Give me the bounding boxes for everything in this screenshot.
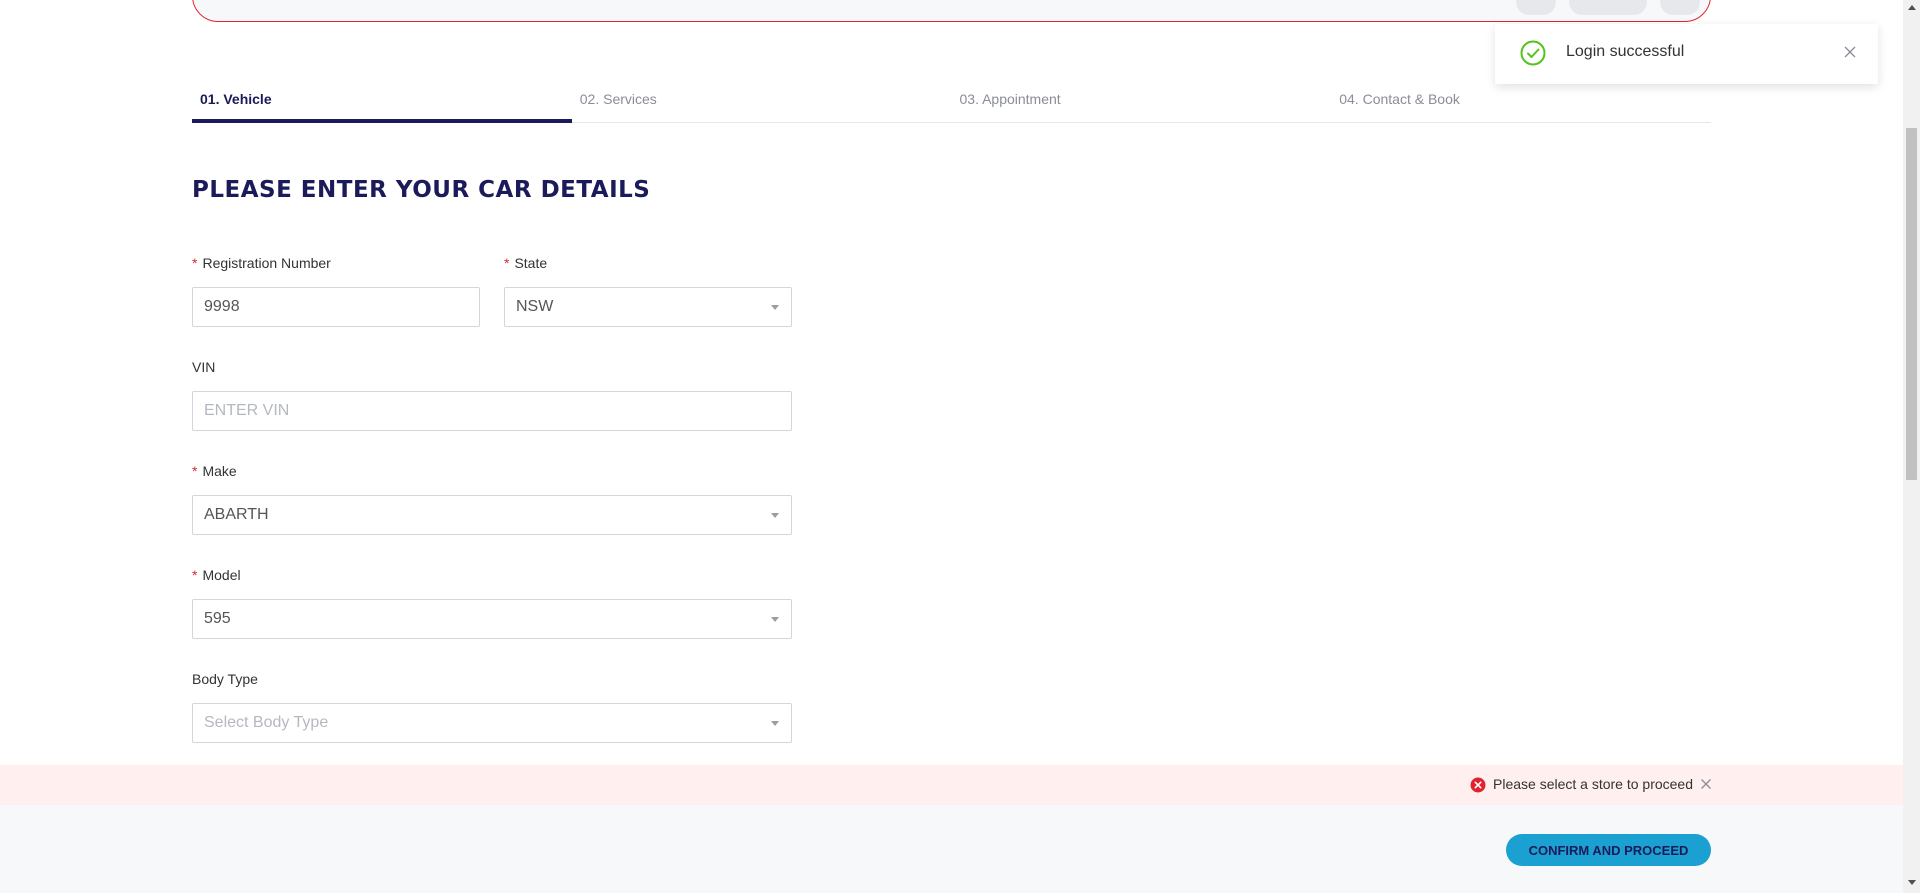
- state-label: * State: [504, 255, 548, 271]
- tab-vehicle[interactable]: 01. Vehicle: [192, 82, 572, 123]
- icon-button[interactable]: [1516, 0, 1556, 15]
- model-select[interactable]: 595: [192, 599, 792, 639]
- registration-label: * Registration Number: [192, 255, 331, 271]
- chevron-down-icon: [771, 513, 779, 518]
- store-alert: Please select a store to proceed: [0, 765, 1903, 805]
- make-label: * Make: [192, 463, 237, 479]
- scroll-up-arrow-icon[interactable]: [1908, 5, 1916, 10]
- scroll-down-arrow-icon[interactable]: [1908, 880, 1916, 885]
- vin-input[interactable]: ENTER VIN: [192, 391, 792, 431]
- chevron-down-icon: [771, 721, 779, 726]
- make-select[interactable]: ABARTH: [192, 495, 792, 535]
- state-select[interactable]: NSW: [504, 287, 792, 327]
- close-icon[interactable]: [1699, 777, 1713, 791]
- login-toast: Login successful: [1495, 24, 1878, 84]
- vin-label: VIN: [192, 359, 216, 375]
- close-icon[interactable]: [1842, 44, 1858, 60]
- tab-services[interactable]: 02. Services: [572, 82, 952, 122]
- required-marker: *: [504, 255, 510, 271]
- tab-appointment[interactable]: 03. Appointment: [952, 82, 1332, 122]
- confirm-and-proceed-button[interactable]: CONFIRM AND PROCEED: [1506, 834, 1711, 866]
- booking-steps: 01. Vehicle 02. Services 03. Appointment…: [192, 82, 1711, 123]
- make-value: ABARTH: [204, 506, 269, 523]
- required-marker: *: [192, 463, 198, 479]
- store-search-box: [192, 0, 1711, 22]
- alert-message: Please select a store to proceed: [1493, 776, 1694, 792]
- page-title: PLEASE ENTER YOUR CAR DETAILS: [192, 177, 651, 203]
- page-scrollbar[interactable]: [1903, 0, 1920, 893]
- scrollbar-thumb[interactable]: [1906, 128, 1917, 480]
- check-circle-icon: [1520, 40, 1546, 66]
- registration-input[interactable]: 9998: [192, 287, 480, 327]
- body-type-label: Body Type: [192, 671, 258, 687]
- body-type-placeholder: Select Body Type: [204, 714, 329, 731]
- model-label: * Model: [192, 567, 241, 583]
- chevron-down-icon: [771, 305, 779, 310]
- error-circle-icon: [1470, 777, 1486, 793]
- model-value: 595: [204, 610, 231, 627]
- tab-contact-book[interactable]: 04. Contact & Book: [1331, 82, 1711, 122]
- state-value: NSW: [516, 298, 554, 315]
- pill-button[interactable]: [1569, 0, 1647, 15]
- required-marker: *: [192, 255, 198, 271]
- toast-message: Login successful: [1566, 43, 1685, 60]
- icon-button[interactable]: [1660, 0, 1700, 15]
- required-marker: *: [192, 567, 198, 583]
- chevron-down-icon: [771, 617, 779, 622]
- body-type-select[interactable]: Select Body Type: [192, 703, 792, 743]
